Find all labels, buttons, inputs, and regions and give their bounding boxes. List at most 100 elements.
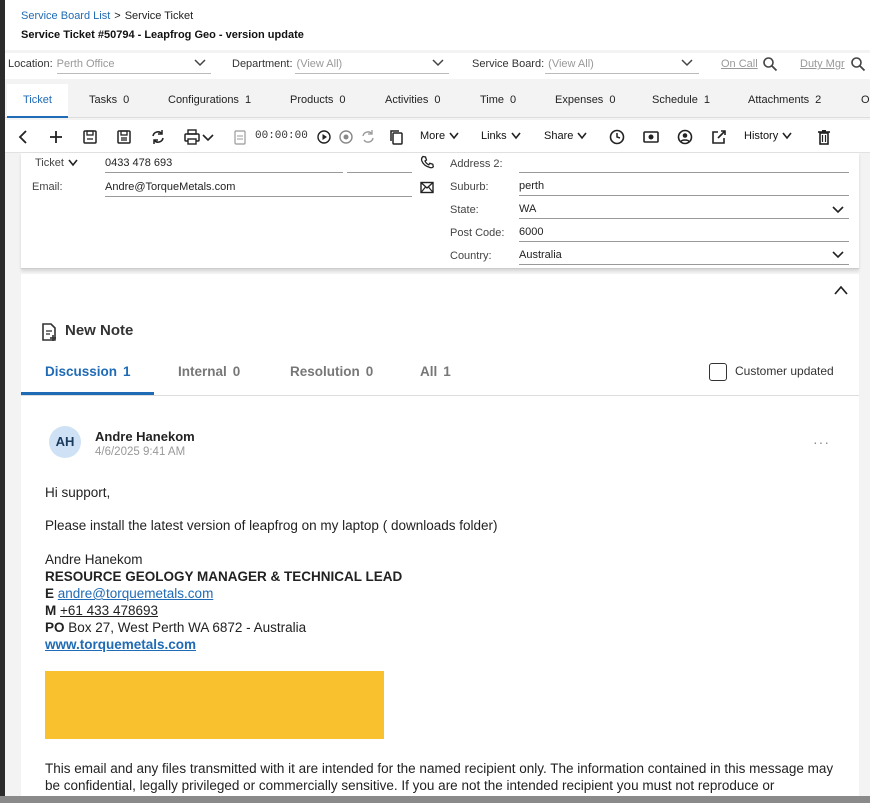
save-icon[interactable] [81, 128, 99, 146]
country-select[interactable]: Australia [519, 249, 849, 265]
back-icon[interactable] [15, 128, 33, 146]
signature-mobile-label: M [45, 603, 57, 618]
horizontal-scrollbar[interactable] [0, 796, 870, 803]
location-chevron-down-icon[interactable] [193, 58, 207, 68]
tab-count: 1 [703, 94, 710, 106]
phone-field[interactable]: 0433 478 693 [105, 157, 343, 173]
service-board-filter[interactable]: Service Board: (View All) [472, 58, 594, 70]
time-entry-icon[interactable] [233, 128, 247, 146]
on-call-search-icon[interactable] [762, 56, 778, 72]
country-chevron-down-icon[interactable] [831, 250, 845, 260]
reset-timer-icon[interactable] [359, 128, 377, 146]
email-field[interactable]: Andre@TorqueMetals.com [105, 181, 412, 197]
save-and-close-icon[interactable] [115, 128, 133, 146]
tab-label: Expenses [555, 94, 604, 106]
add-icon[interactable] [47, 128, 65, 146]
tab-label: Products [290, 94, 334, 106]
billing-icon[interactable] [642, 128, 660, 146]
signature-email-link[interactable]: andre@torquemetals.com [58, 586, 214, 601]
ticket-tabs: Ticket Tasks 0 Configurations 1 Products 0 … [5, 84, 870, 118]
mail-icon[interactable] [420, 181, 434, 194]
location-filter[interactable]: Location: Perth Office [8, 58, 115, 70]
more-menu[interactable]: More [420, 130, 460, 142]
tab-attachments[interactable]: Attachments 2 [748, 94, 821, 106]
country-label: Country: [450, 250, 492, 262]
note-tab-discussion[interactable]: Discussion 1 [45, 364, 131, 379]
on-call-link[interactable]: On Call [721, 58, 758, 70]
filter-bar: Location: Perth Office Department: (View A… [5, 53, 870, 79]
breadcrumb: Service Board List > Service Ticket [21, 10, 193, 22]
timer-display: 00:00:00 [255, 130, 308, 142]
app: Service Board List > Service Ticket Servic… [5, 0, 870, 803]
suburb-field[interactable]: perth [519, 180, 849, 196]
toolbar: 00:00:00 More Links Share History [5, 120, 870, 153]
phone-type-chevron-down-icon [68, 159, 78, 167]
duty-mgr-search-icon[interactable] [850, 56, 866, 72]
tab-count: 0 [339, 94, 346, 106]
note-author: Andre Hanekom [95, 429, 195, 444]
user-circle-icon[interactable] [676, 128, 694, 146]
tab-configurations[interactable]: Configurations 1 [168, 94, 251, 106]
signature-mobile-link[interactable]: +61 433 478693 [60, 603, 158, 618]
postcode-label: Post Code: [450, 227, 505, 239]
address2-field[interactable] [519, 157, 849, 173]
phone-icon[interactable] [420, 155, 434, 169]
note-tab-all[interactable]: All 1 [420, 364, 451, 379]
tab-expenses[interactable]: Expenses 0 [555, 94, 615, 106]
stop-icon[interactable] [337, 128, 355, 146]
tab-schedule[interactable]: Schedule 1 [652, 94, 710, 106]
tab-overflow[interactable]: O [861, 94, 870, 106]
state-chevron-down-icon[interactable] [831, 205, 845, 215]
new-note-button[interactable]: New Note [65, 322, 133, 339]
history-menu[interactable]: History [744, 130, 793, 142]
signature-website-link[interactable]: www.torquemetals.com [45, 637, 196, 652]
share-menu[interactable]: Share [544, 130, 588, 142]
breadcrumb-current: Service Ticket [124, 10, 194, 22]
duty-mgr-link[interactable]: Duty Mgr [800, 58, 845, 70]
email-label: Email: [32, 181, 63, 193]
trash-icon[interactable] [815, 128, 833, 146]
postcode-field[interactable]: 6000 [519, 226, 849, 242]
note-tab-label: Discussion [45, 364, 118, 379]
refresh-icon[interactable] [149, 128, 167, 146]
service-board-underline [545, 73, 699, 74]
share-label: Share [544, 130, 574, 142]
tab-ticket[interactable]: Ticket [7, 84, 68, 118]
avatar: AH [49, 426, 81, 458]
breadcrumb-parent-link[interactable]: Service Board List [21, 10, 110, 22]
service-board-chevron-down-icon[interactable] [680, 58, 694, 68]
signature-mobile-line: M +61 433 478693 [45, 602, 845, 619]
contact-panel: Ticket 0433 478 693 Email: Andre@TorqueM… [21, 153, 859, 269]
tab-label: O [861, 94, 870, 106]
tab-label: Activities [385, 94, 429, 106]
phone-extension-field[interactable] [347, 157, 412, 173]
email-disclaimer: This email and any files transmitted wit… [45, 761, 834, 793]
department-filter[interactable]: Department: (View All) [232, 58, 342, 70]
department-chevron-down-icon[interactable] [431, 58, 445, 68]
links-menu[interactable]: Links [481, 130, 522, 142]
note-more-options-icon[interactable]: ··· [813, 434, 830, 450]
phone-type-select[interactable]: Ticket [35, 157, 79, 169]
tab-activities[interactable]: Activities 0 [385, 94, 441, 106]
clock-icon[interactable] [608, 128, 626, 146]
copy-icon[interactable] [387, 128, 405, 146]
tab-label: Configurations [168, 94, 239, 106]
collapse-chevron-up-icon[interactable] [833, 284, 849, 296]
address2-label: Address 2: [450, 158, 503, 170]
tab-tasks[interactable]: Tasks 0 [89, 94, 129, 106]
note-tab-internal[interactable]: Internal 0 [178, 364, 240, 379]
state-select[interactable]: WA [519, 203, 849, 219]
customer-updated-checkbox[interactable] [709, 363, 727, 381]
note-tab-resolution[interactable]: Resolution 0 [290, 364, 373, 379]
print-chevron-down-icon[interactable] [201, 128, 215, 146]
play-icon[interactable] [315, 128, 333, 146]
print-icon[interactable] [183, 128, 201, 146]
new-note-icon[interactable] [40, 322, 58, 342]
tab-count: 2 [815, 94, 822, 106]
location-underline [57, 73, 211, 74]
external-link-icon[interactable] [710, 128, 728, 146]
tab-time[interactable]: Time 0 [480, 94, 516, 106]
more-label: More [420, 130, 446, 142]
signature-po-label: PO [45, 620, 65, 635]
tab-products[interactable]: Products 0 [290, 94, 346, 106]
